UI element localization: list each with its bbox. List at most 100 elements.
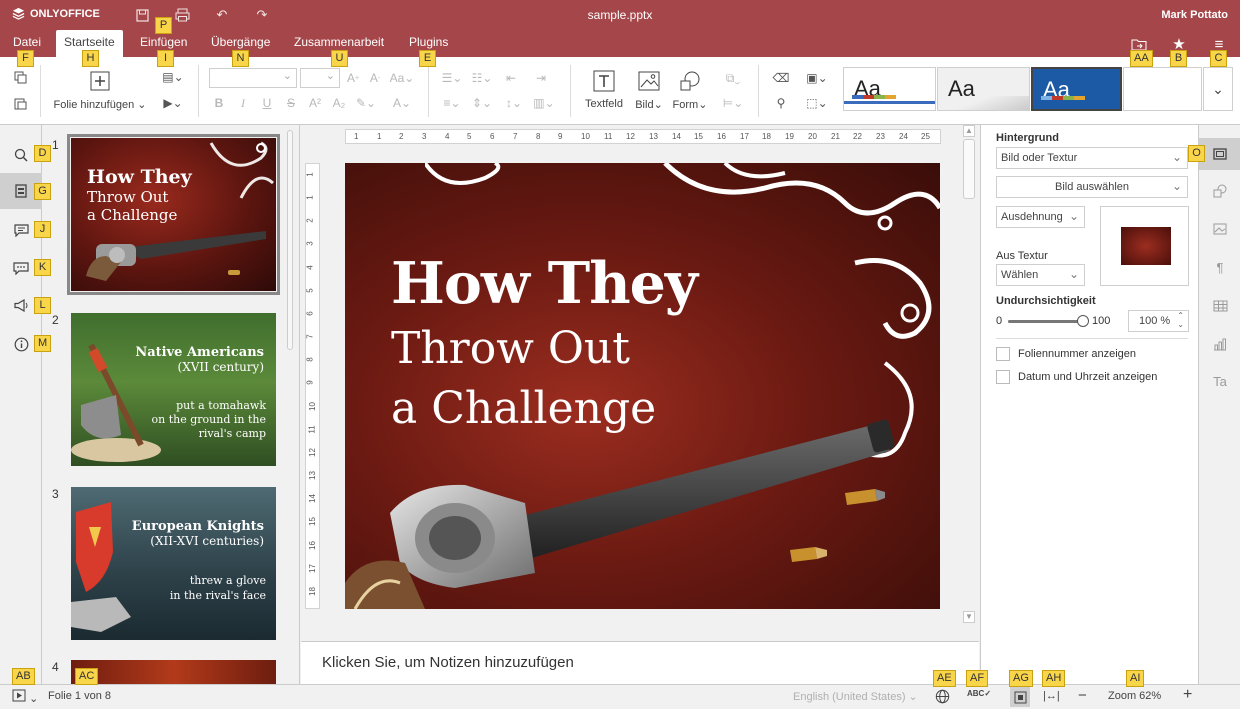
scroll-up-icon[interactable]: ▲: [963, 125, 975, 137]
decrease-indent-icon[interactable]: ⇤: [500, 68, 522, 88]
theme-thumbnail-3[interactable]: Aa: [1031, 67, 1122, 111]
stretch-select[interactable]: Ausdehnung: [996, 206, 1085, 228]
slide-text-line: rival's camp: [198, 427, 266, 440]
add-slide-button[interactable]: Folie hinzufügen ⌄: [50, 69, 150, 111]
numbering-icon[interactable]: ☷⌄: [468, 68, 496, 88]
chart-settings-icon[interactable]: [1199, 328, 1240, 360]
increase-indent-icon[interactable]: ⇥: [530, 68, 552, 88]
ruler-tick-label: 15: [694, 132, 703, 141]
insert-shape-button[interactable]: Form⌄: [670, 69, 710, 111]
opacity-slider-track[interactable]: [1008, 315, 1089, 327]
slide-title-line2[interactable]: Throw Out: [391, 319, 697, 379]
revolver-image[interactable]: [345, 413, 940, 609]
opacity-spinner[interactable]: 100 % ⌃ ⌄: [1128, 310, 1189, 332]
texture-preview-image: [1121, 227, 1171, 265]
ruler-tick-label: 1: [305, 195, 315, 200]
image-settings-icon[interactable]: [1199, 213, 1240, 245]
superscript-icon[interactable]: A²: [304, 93, 326, 113]
align-horizontal-icon[interactable]: ≡⌄: [438, 93, 466, 113]
fit-width-icon[interactable]: |↔|: [1043, 690, 1060, 702]
shape-settings-icon[interactable]: [1199, 175, 1240, 207]
zoom-in-icon[interactable]: +: [1183, 686, 1192, 704]
ornament-swirl-icon: [209, 141, 274, 199]
language-select[interactable]: English (United States) ⌄: [793, 690, 918, 703]
change-case-icon[interactable]: Aa⌄: [388, 68, 416, 88]
image-label: Bild: [635, 99, 654, 111]
increase-font-icon[interactable]: A +: [342, 68, 364, 88]
copy-icon[interactable]: [9, 67, 31, 87]
ruler-tick-label: 4: [445, 132, 450, 141]
separator: [758, 65, 759, 117]
font-name-combo[interactable]: [209, 68, 297, 88]
set-language-globe-icon[interactable]: [935, 689, 950, 707]
spellcheck-icon[interactable]: ABC✓: [967, 689, 991, 698]
bold-icon[interactable]: B: [208, 93, 230, 113]
slide-thumbnail-1[interactable]: How They Throw Out a Challenge: [67, 134, 280, 295]
highlight-color-icon[interactable]: ✎⌄: [352, 93, 380, 113]
line-spacing-icon[interactable]: ↕⌄: [500, 93, 528, 113]
speaker-notes[interactable]: Klicken Sie, um Notizen hinzuzufügen: [301, 641, 979, 684]
thumbnails-scrollbar[interactable]: [287, 130, 293, 350]
slide-title-line3: a Challenge: [87, 206, 178, 224]
ruler-tick-label: 13: [649, 132, 658, 141]
hint-badge-start-slideshow: AB: [12, 668, 35, 685]
paragraph-settings-icon[interactable]: ¶: [1199, 251, 1240, 283]
editor-scrollbar[interactable]: ▲ ▼: [963, 125, 975, 625]
ruler-tick-label: 5: [467, 132, 472, 141]
themes-expand-icon[interactable]: ⌄: [1203, 67, 1233, 111]
slide-size-icon[interactable]: ⬚⌄: [802, 93, 832, 113]
columns-icon[interactable]: ▥⌄: [530, 93, 558, 113]
current-slide-canvas[interactable]: How They Throw Out a Challenge: [345, 163, 940, 609]
texture-select[interactable]: Wählen: [996, 264, 1085, 286]
opacity-slider-thumb[interactable]: [1077, 315, 1089, 327]
theme-thumbnail-empty[interactable]: [1123, 67, 1202, 111]
strikethrough-icon[interactable]: S: [280, 93, 302, 113]
fit-slide-icon[interactable]: [1010, 687, 1030, 707]
italic-icon[interactable]: I: [232, 93, 254, 113]
user-name[interactable]: Mark Pottato: [1161, 9, 1228, 21]
slide-number: 3: [52, 487, 59, 501]
show-date-time-checkbox[interactable]: [996, 370, 1010, 384]
text-art-settings-icon[interactable]: Ta: [1199, 365, 1240, 397]
show-slide-number-checkbox[interactable]: [996, 347, 1010, 361]
insert-image-button[interactable]: Bild⌄: [632, 69, 666, 111]
hint-badge-uebergaenge: N: [232, 50, 249, 67]
zoom-out-icon[interactable]: −: [1078, 687, 1087, 704]
theme-thumbnail-1[interactable]: Aa: [843, 67, 936, 111]
zoom-level[interactable]: Zoom 62%: [1108, 690, 1161, 702]
font-size-combo[interactable]: [300, 68, 340, 88]
font-color-icon[interactable]: A⌄: [388, 93, 416, 113]
opacity-slider-fill: [1008, 320, 1083, 323]
slide-thumbnail-2[interactable]: Native Americans (XVII century) put a to…: [71, 313, 276, 466]
slide-settings-icon[interactable]: [1199, 138, 1240, 170]
decrease-font-icon[interactable]: A-: [364, 68, 386, 88]
ruler-tick-label: 21: [831, 132, 840, 141]
spinner-down-icon[interactable]: ⌄: [1177, 320, 1184, 329]
slide-thumbnail-4[interactable]: [71, 660, 276, 684]
paste-icon[interactable]: [9, 93, 31, 113]
scroll-thumb[interactable]: [963, 139, 975, 199]
underline-icon[interactable]: U: [256, 93, 278, 113]
color-scheme-icon[interactable]: ▣⌄: [802, 68, 832, 88]
fill-type-select[interactable]: Bild oder Textur: [996, 147, 1188, 169]
select-image-button[interactable]: Bild auswählen: [996, 176, 1188, 198]
slide-title-line1[interactable]: How They: [391, 249, 698, 319]
start-slideshow-status-button[interactable]: ⌄: [12, 689, 38, 705]
bullets-icon[interactable]: ☰⌄: [438, 68, 466, 88]
table-settings-icon[interactable]: [1199, 290, 1240, 322]
align-shape-icon[interactable]: ⊨⌄: [718, 93, 748, 113]
add-slide-icon: [87, 69, 113, 93]
copy-style-icon[interactable]: ⚲: [770, 93, 792, 113]
arrange-icon[interactable]: ⧉⌄: [718, 68, 748, 88]
subscript-icon[interactable]: A₂: [328, 93, 350, 113]
insert-textbox-button[interactable]: Textfeld: [582, 69, 626, 110]
change-layout-icon[interactable]: ▤⌄: [158, 67, 188, 87]
start-slideshow-icon[interactable]: ▶⌄: [158, 93, 188, 113]
align-vertical-icon[interactable]: ⇕⌄: [468, 93, 496, 113]
slide-thumbnail-3[interactable]: European Knights (XII-XVI centuries) thr…: [71, 487, 276, 640]
theme-thumbnail-2[interactable]: Aa: [937, 67, 1030, 111]
scroll-down-icon[interactable]: ▼: [963, 611, 975, 623]
spinner-up-icon[interactable]: ⌃: [1177, 311, 1184, 320]
slide-subheading: (XII-XVI centuries): [150, 534, 264, 548]
clear-style-icon[interactable]: ⌫: [770, 68, 792, 88]
